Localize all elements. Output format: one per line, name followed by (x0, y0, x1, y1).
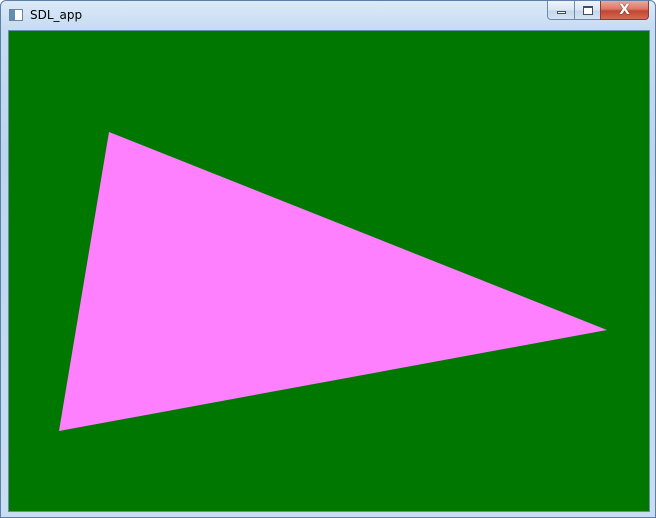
window-title: SDL_app (30, 8, 83, 22)
app-window: SDL_app X (0, 0, 656, 518)
canvas-drawing (9, 31, 649, 511)
app-window-icon[interactable] (9, 9, 23, 21)
render-canvas[interactable] (8, 30, 650, 512)
maximize-button[interactable] (574, 1, 601, 20)
close-button[interactable]: X (600, 1, 649, 20)
close-icon: X (619, 2, 630, 18)
minimize-button[interactable] (547, 1, 575, 20)
minimize-icon (557, 11, 566, 14)
maximize-icon (583, 6, 593, 15)
caption-buttons: X (547, 1, 651, 21)
title-bar[interactable]: SDL_app X (1, 1, 655, 29)
